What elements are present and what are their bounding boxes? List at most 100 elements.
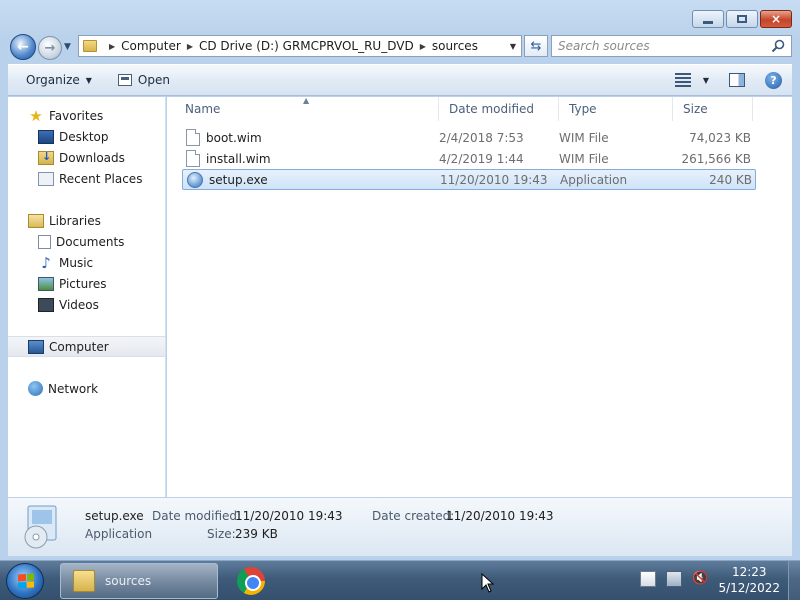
file-list: ▲ Name Date modified Type Size boot.wim …: [167, 96, 792, 497]
taskbar-item-explorer[interactable]: sources: [60, 563, 218, 599]
column-header-name[interactable]: ▲ Name: [167, 96, 439, 121]
nav-computer[interactable]: Computer: [8, 336, 165, 357]
refresh-button[interactable]: ⇆: [524, 35, 548, 57]
change-view-icon[interactable]: [674, 73, 691, 87]
file-name: setup.exe: [209, 172, 268, 187]
setup-icon: [187, 171, 203, 188]
computer-icon: [28, 339, 44, 354]
pictures-icon: [38, 276, 54, 291]
navigation-pane: ★ Favorites Desktop Downloads Recent Plac…: [8, 97, 166, 497]
refresh-icon: ⇆: [530, 38, 542, 54]
recent-places-icon: [38, 171, 54, 186]
preview-pane-icon[interactable]: [729, 73, 745, 87]
column-header-size-label: Size: [683, 102, 708, 116]
clock[interactable]: 12:23 5/12/2022: [718, 564, 780, 596]
open-button[interactable]: Open: [110, 68, 178, 92]
chevron-down-icon: ▼: [85, 75, 92, 85]
search-box: [551, 35, 792, 57]
taskbar-item-label: sources: [105, 574, 152, 588]
breadcrumb-cd-drive[interactable]: CD Drive (D:) GRMCPRVOL_RU_DVD: [199, 39, 414, 53]
open-label: Open: [137, 73, 170, 87]
view-options-chevron-icon[interactable]: ▼: [703, 76, 709, 85]
file-type: WIM File: [559, 130, 609, 145]
file-size: 240 KB: [709, 172, 752, 187]
breadcrumb-separator-icon[interactable]: ▶: [187, 42, 193, 51]
nav-recent-places[interactable]: Recent Places: [8, 168, 165, 189]
search-icon[interactable]: [771, 39, 785, 53]
nav-desktop[interactable]: Desktop: [8, 126, 165, 147]
nav-favorites[interactable]: ★ Favorites: [8, 105, 165, 126]
breadcrumb-separator-icon[interactable]: ▶: [420, 42, 426, 51]
nav-videos-label: Videos: [59, 297, 99, 312]
nav-downloads[interactable]: Downloads: [8, 147, 165, 168]
network-status-icon[interactable]: [666, 571, 682, 587]
setup-large-icon: [24, 505, 57, 549]
action-center-icon[interactable]: [640, 571, 656, 587]
file-row-selected[interactable]: setup.exe 11/20/2010 19:43 Application 2…: [182, 169, 756, 190]
column-header-size[interactable]: Size: [673, 97, 753, 121]
back-arrow-icon: ←: [17, 39, 29, 55]
breadcrumb-computer[interactable]: Computer: [121, 39, 181, 53]
sort-ascending-icon: ▲: [303, 96, 310, 105]
back-button[interactable]: ←: [10, 34, 36, 60]
nav-libraries[interactable]: Libraries: [8, 210, 165, 231]
file-icon: [186, 129, 200, 146]
downloads-icon: [38, 150, 54, 165]
file-row[interactable]: boot.wim 2/4/2018 7:53 WIM File 74,023 K…: [182, 127, 756, 148]
file-name-cell: setup.exe: [183, 171, 440, 188]
start-button[interactable]: [6, 563, 44, 599]
forward-button[interactable]: →: [38, 36, 62, 60]
file-date: 4/2/2019 1:44: [439, 151, 524, 166]
nav-pictures-label: Pictures: [59, 276, 107, 291]
nav-videos[interactable]: Videos: [8, 294, 165, 315]
address-bar[interactable]: ▶ Computer ▶ CD Drive (D:) GRMCPRVOL_RU_…: [78, 35, 522, 57]
details-size-label: Size:: [207, 527, 236, 541]
title-bar[interactable]: ×: [0, 0, 800, 32]
star-icon: ★: [29, 106, 43, 125]
file-name: boot.wim: [206, 130, 262, 145]
nav-music[interactable]: ♪ Music: [8, 252, 165, 273]
details-date-modified-value: 11/20/2010 19:43: [235, 509, 343, 523]
search-input[interactable]: [552, 36, 762, 56]
recent-pages-dropdown[interactable]: ▼: [64, 42, 71, 52]
chrome-icon: [237, 567, 265, 595]
file-name-cell: install.wim: [182, 150, 439, 167]
column-header-type[interactable]: Type: [559, 97, 673, 121]
close-icon: ×: [770, 12, 782, 26]
clock-date: 5/12/2022: [718, 581, 780, 595]
caption-buttons: ×: [692, 10, 792, 28]
details-pane: setup.exe Application Date modified: 11/…: [8, 497, 792, 556]
details-file-type: Application: [85, 527, 153, 541]
nav-network[interactable]: Network: [8, 378, 165, 399]
file-name: install.wim: [206, 151, 271, 166]
breadcrumb-sources[interactable]: sources: [432, 39, 478, 53]
nav-documents-label: Documents: [56, 234, 125, 249]
volume-muted-icon[interactable]: 🔇: [692, 571, 708, 587]
network-icon: [28, 381, 43, 396]
breadcrumb-separator-icon[interactable]: ▶: [109, 42, 115, 51]
minimize-icon: [703, 20, 713, 24]
column-header-date-label: Date modified: [449, 102, 535, 116]
nav-pictures[interactable]: Pictures: [8, 273, 165, 294]
organize-button[interactable]: Organize ▼: [8, 68, 100, 92]
taskbar-item-chrome[interactable]: [230, 563, 272, 599]
nav-favorites-label: Favorites: [49, 108, 104, 123]
open-icon: [117, 74, 132, 86]
system-tray: 🔇: [640, 571, 708, 587]
column-header-date-modified[interactable]: Date modified: [439, 97, 559, 121]
column-header-row: ▲ Name Date modified Type Size: [167, 96, 792, 121]
maximize-button[interactable]: [726, 10, 758, 28]
details-date-created-value: 11/20/2010 19:43: [446, 509, 554, 523]
help-icon[interactable]: ?: [765, 71, 782, 89]
close-button[interactable]: ×: [760, 10, 792, 28]
file-type: WIM File: [559, 151, 609, 166]
nav-documents[interactable]: Documents: [8, 231, 165, 252]
show-desktop-button[interactable]: [788, 561, 800, 600]
file-row[interactable]: install.wim 4/2/2019 1:44 WIM File 261,5…: [182, 148, 756, 169]
nav-music-label: Music: [59, 255, 94, 270]
minimize-button[interactable]: [692, 10, 724, 28]
address-dropdown-icon[interactable]: ▼: [505, 42, 521, 51]
